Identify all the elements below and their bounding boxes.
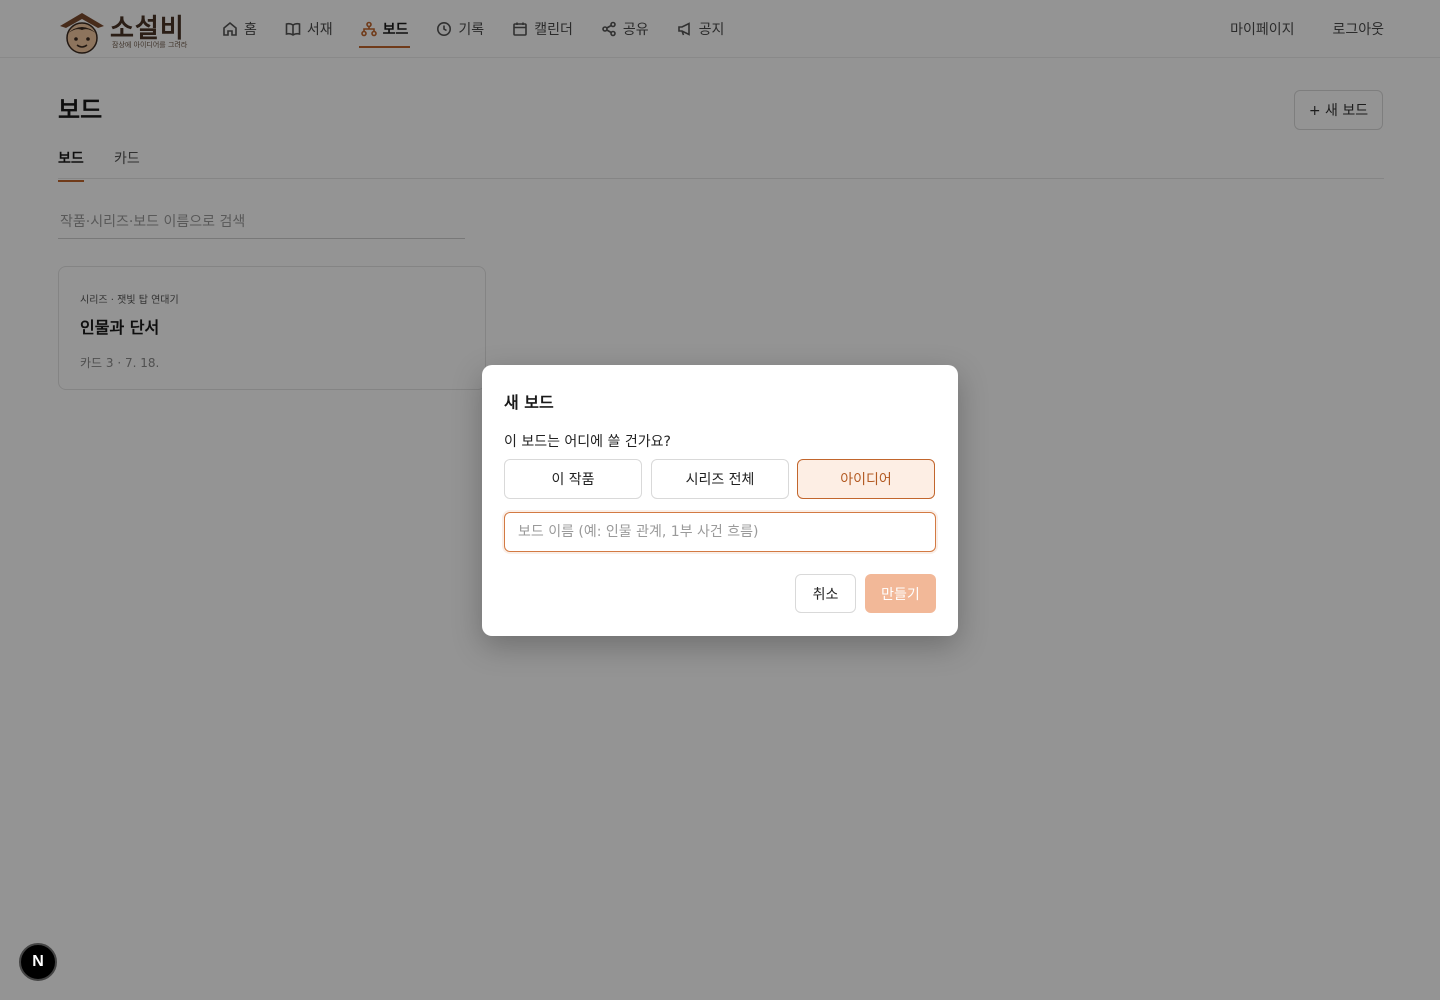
cancel-button[interactable]: 취소 [795,574,856,613]
dialog-title: 새 보드 [504,393,554,412]
option-whole-series[interactable]: 시리즈 전체 [651,459,789,499]
nextjs-dev-badge[interactable]: N [19,943,57,981]
option-idea[interactable]: 아이디어 [797,459,935,499]
create-button[interactable]: 만들기 [865,574,936,613]
board-name-input[interactable] [504,512,936,552]
option-this-work[interactable]: 이 작품 [504,459,642,499]
dialog-question: 이 보드는 어디에 쓸 건가요? [504,434,671,450]
new-board-dialog: 새 보드 이 보드는 어디에 쓸 건가요? 이 작품 시리즈 전체 아이디어 취… [482,365,958,636]
